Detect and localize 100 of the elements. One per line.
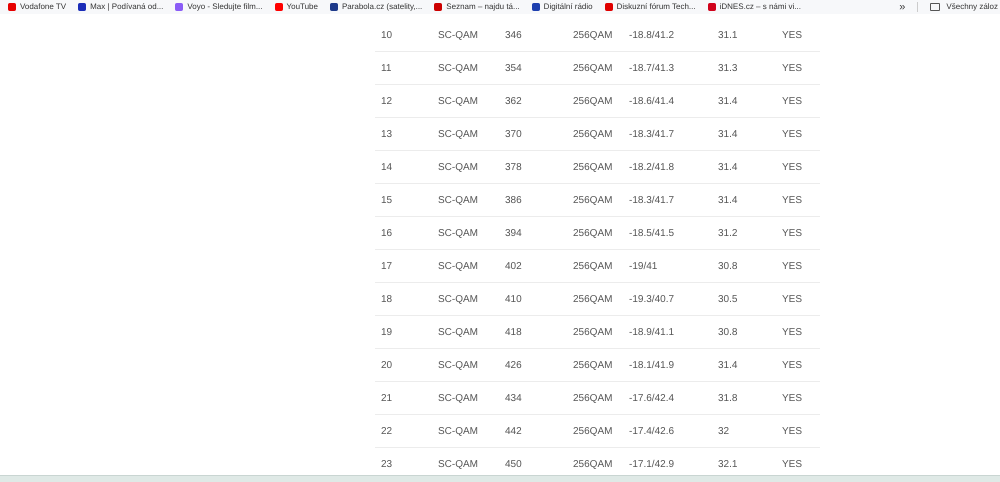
table-cell-text: -18.2/41.8: [628, 160, 676, 174]
table-cell-text: -19.3/40.7: [628, 292, 676, 306]
all-bookmarks-button[interactable]: Všechny záloz: [930, 2, 998, 12]
table-cell-text: 31.4: [717, 194, 738, 208]
table-cell-text: 18: [380, 292, 394, 306]
table-cell-text: YES: [781, 226, 804, 240]
table-cell-text: 19: [380, 326, 394, 340]
bookmark[interactable]: Vodafone TV: [8, 2, 66, 12]
table-cell-text: YES: [781, 458, 804, 472]
table-cell-text: 256QAM: [572, 292, 614, 306]
table-cell-text: SC-QAM: [437, 424, 479, 438]
table-cell-text: 30.8: [717, 326, 738, 340]
table-cell-text: 23: [380, 458, 394, 472]
table-cell-text: SC-QAM: [437, 260, 479, 274]
table-cell-text: 31.4: [717, 128, 738, 142]
table-cell-text: 31.4: [717, 160, 738, 174]
table-cell-text: 20: [380, 358, 394, 372]
table-cell-text: -18.8/41.2: [628, 28, 676, 42]
bookmark[interactable]: Digitální rádio: [532, 2, 593, 12]
table-cell-text: YES: [781, 424, 804, 438]
table-cell-text: 418: [504, 326, 523, 340]
table-cell-text: SC-QAM: [437, 94, 479, 108]
table-cell-text: YES: [781, 94, 804, 108]
table-cell-text: -17.6/42.4: [628, 392, 676, 406]
table-cell-text: 22: [380, 424, 394, 438]
table-cell-text: SC-QAM: [437, 194, 479, 208]
table-cell-text: 16: [380, 226, 394, 240]
table-cell-text: -18.3/41.7: [628, 128, 676, 142]
table-cell-text: 256QAM: [572, 94, 614, 108]
table-cell-text: 256QAM: [572, 194, 614, 208]
table-cell-text: 354: [504, 62, 523, 76]
table-cell-text: 362: [504, 94, 523, 108]
table-cell-text: 346: [504, 28, 523, 42]
table-cell-text: 256QAM: [572, 358, 614, 372]
table-cell-text: 256QAM: [572, 326, 614, 340]
table-cell-text: 32.1: [717, 458, 738, 472]
table-cell-text: 30.5: [717, 292, 738, 306]
bookmark[interactable]: YouTube: [274, 2, 318, 12]
table-cell-text: SC-QAM: [437, 392, 479, 406]
table-cell-text: 31.4: [717, 358, 738, 372]
table-cell-text: -18.1/41.9: [628, 358, 676, 372]
table-cell-text: 256QAM: [572, 160, 614, 174]
table-cell-text: 256QAM: [572, 226, 614, 240]
bookmark[interactable]: Max | Podívaná od...: [78, 2, 164, 12]
table-cell-text: 11: [380, 62, 392, 76]
table-cell-text: YES: [781, 128, 804, 142]
table-cell-text: 256QAM: [572, 128, 614, 142]
table-cell-text: -18.6/41.4: [628, 94, 676, 108]
table-cell-text: SC-QAM: [437, 292, 479, 306]
table-cell-text: 370: [504, 128, 523, 142]
bookmark[interactable]: Parabola.cz (satelity,...: [330, 2, 422, 12]
table-cell-text: YES: [781, 160, 804, 174]
table-cell-text: -19/41: [628, 260, 658, 274]
bookmark[interactable]: Seznam – najdu tá...: [434, 2, 520, 12]
table-cell-text: 256QAM: [572, 28, 614, 42]
table-cell-text: 31.8: [717, 392, 738, 406]
table-cell-text: 13: [380, 128, 394, 142]
table-cell-text: YES: [781, 392, 804, 406]
bookmark[interactable]: Voyo - Sledujte film...: [175, 2, 263, 12]
table-cell-text: 17: [380, 260, 394, 274]
table-cell-text: YES: [781, 326, 804, 340]
table-cell-text: 386: [504, 194, 523, 208]
table-cell-text: 21: [380, 392, 394, 406]
table-cell-text: -18.3/41.7: [628, 194, 676, 208]
bookmark[interactable]: iDNES.cz – s námi vi...: [708, 2, 801, 12]
table-cell-text: YES: [781, 28, 804, 42]
table-cell-text: -18.7/41.3: [628, 62, 676, 76]
table-cell-text: 31.4: [717, 94, 738, 108]
table-cell-text: -18.9/41.1: [628, 326, 676, 340]
table-cell-text: 256QAM: [572, 260, 614, 274]
table-cell-text: -18.5/41.5: [628, 226, 676, 240]
table-cell-text: SC-QAM: [437, 28, 479, 42]
table-cell-text: 402: [504, 260, 523, 274]
table-cell-text: YES: [781, 358, 804, 372]
table-cell-text: SC-QAM: [437, 160, 479, 174]
table-cell-text: 442: [504, 424, 523, 438]
table-cell-text: SC-QAM: [437, 128, 479, 142]
table-cell-text: 256QAM: [572, 62, 614, 76]
table-cell-text: SC-QAM: [437, 326, 479, 340]
table-cell-text: SC-QAM: [437, 458, 479, 472]
table-cell-text: 394: [504, 226, 523, 240]
table-cell-text: 10: [380, 28, 394, 42]
table-cell-text: 30.8: [717, 260, 738, 274]
table-cell-text: YES: [781, 62, 804, 76]
table-cell-text: SC-QAM: [437, 62, 479, 76]
bookmark[interactable]: Diskuzní fórum Tech...: [604, 2, 696, 12]
table-cell-text: 15: [380, 194, 394, 208]
table-cell-text: SC-QAM: [437, 358, 479, 372]
more-bookmarks-button[interactable]: »: [899, 2, 906, 12]
table-cell-text: 256QAM: [572, 424, 614, 438]
table-cell-text: 12: [380, 94, 394, 108]
table-cell-text: 450: [504, 458, 523, 472]
table-cell-text: 426: [504, 358, 523, 372]
table-cell-text: 32: [717, 424, 730, 438]
table-cell-text: 410: [504, 292, 523, 306]
table-cell-text: 378: [504, 160, 523, 174]
table-cell-text: 434: [504, 392, 523, 406]
table-cell-text: 14: [380, 160, 394, 174]
table-cell-text: 256QAM: [572, 458, 614, 472]
folder-icon: [930, 3, 940, 11]
